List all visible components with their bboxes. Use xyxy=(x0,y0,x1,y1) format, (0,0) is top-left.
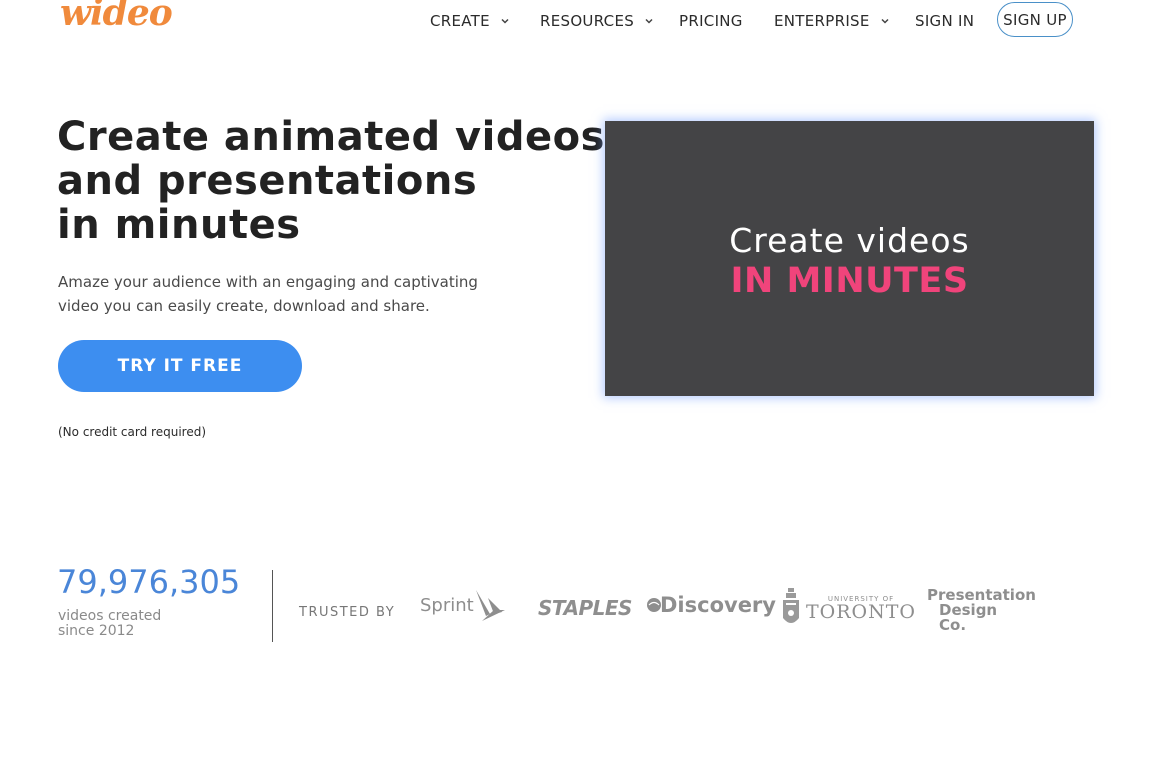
hero-subtitle-line: Amaze your audience with an engaging and… xyxy=(58,273,478,291)
staples-logo: STAPLES xyxy=(538,596,632,620)
main-nav: CREATE RESOURCES PRICING ENTERPRISE SIGN… xyxy=(0,0,1152,44)
sprint-wing-icon xyxy=(475,590,505,621)
videos-created-label-line: videos created xyxy=(58,608,162,624)
sign-up-button[interactable]: SIGN UP xyxy=(997,2,1073,37)
nav-enterprise-label: ENTERPRISE xyxy=(774,12,870,30)
pdc-line: Co. xyxy=(939,616,967,634)
nav-enterprise[interactable]: ENTERPRISE xyxy=(774,12,891,30)
nav-create[interactable]: CREATE xyxy=(430,12,511,30)
stats-divider xyxy=(272,570,273,642)
nav-sign-in-label: SIGN IN xyxy=(915,12,975,30)
nav-pricing[interactable]: PRICING xyxy=(679,12,743,30)
toronto-wordmark: UNIVERSITY OF TORONTO xyxy=(806,595,916,622)
videos-created-label: videos created since 2012 xyxy=(58,609,161,639)
discovery-logo-text: Discovery xyxy=(660,593,776,617)
videos-created-count: 79,976,305 xyxy=(57,563,241,601)
hero-title-line: Create animated videos xyxy=(57,114,605,160)
hero-subtitle: Amaze your audience with an engaging and… xyxy=(58,270,478,318)
nav-pricing-label: PRICING xyxy=(679,12,743,30)
presentation-design-co-logo: Presentation Design Co. xyxy=(927,588,1036,633)
videos-created-label-line: since 2012 xyxy=(58,623,135,639)
discovery-logo: Discovery xyxy=(646,593,776,617)
hero-title: Create animated videos and presentations… xyxy=(57,115,605,247)
sprint-logo: Sprint xyxy=(420,588,506,622)
no-credit-card-note: (No credit card required) xyxy=(58,425,207,439)
video-subheadline: IN MINUTES xyxy=(730,261,969,301)
video-headline: Create videos xyxy=(729,221,970,260)
university-of-toronto-logo: UNIVERSITY OF TORONTO xyxy=(782,588,916,628)
nav-resources-label: RESOURCES xyxy=(540,12,635,30)
hero-title-line: and presentations xyxy=(57,158,478,204)
nav-resources[interactable]: RESOURCES xyxy=(540,12,655,30)
try-it-free-button[interactable]: TRY IT FREE xyxy=(58,340,302,392)
chevron-down-icon xyxy=(645,18,653,24)
page: wideo CREATE RESOURCES PRICING ENTERPRIS… xyxy=(0,0,1152,768)
hero-title-line: in minutes xyxy=(57,202,301,248)
hero-subtitle-line: video you can easily create, download an… xyxy=(58,297,430,315)
nav-create-label: CREATE xyxy=(430,12,490,30)
nav-sign-in[interactable]: SIGN IN xyxy=(915,12,974,30)
chevron-down-icon xyxy=(501,18,509,24)
toronto-crest-icon xyxy=(783,588,799,623)
toronto-big-text: TORONTO xyxy=(806,600,917,623)
chevron-down-icon xyxy=(881,18,889,24)
intro-video[interactable]: Create videos IN MINUTES xyxy=(605,121,1094,396)
sprint-logo-text: Sprint xyxy=(420,594,474,616)
trusted-by-label: TRUSTED BY xyxy=(299,605,396,620)
